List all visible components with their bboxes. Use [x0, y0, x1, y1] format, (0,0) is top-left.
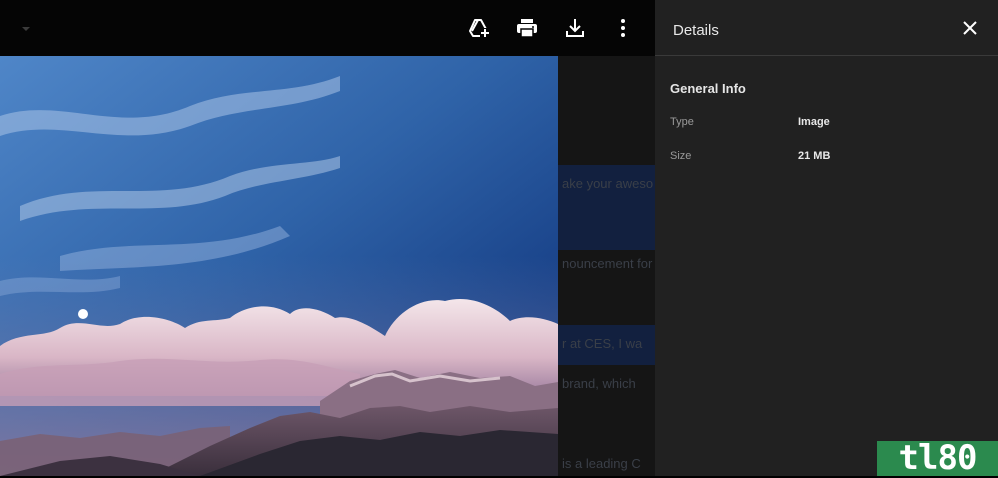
landscape-photo [0, 56, 558, 476]
background-text: r at CES, I wa [562, 336, 643, 351]
photo-preview [0, 56, 558, 476]
type-value: Image [798, 116, 830, 128]
details-panel: Details General Info Type Image Size 21 … [655, 0, 998, 476]
close-button[interactable] [959, 17, 981, 39]
more-options-button[interactable] [607, 12, 639, 44]
site-logo: tl80 [877, 441, 998, 476]
background-text: nouncement for [562, 256, 653, 271]
site-logo-text: tl80 [898, 438, 978, 478]
size-label: Size [670, 150, 692, 162]
print-icon [517, 19, 537, 38]
more-vert-icon [621, 19, 625, 37]
type-label: Type [670, 116, 694, 128]
download-icon [566, 19, 584, 37]
size-value: 21 MB [798, 150, 831, 162]
background-text: ake your aweso [562, 176, 654, 191]
download-button[interactable] [559, 12, 591, 44]
details-header: Details [655, 0, 998, 56]
viewer-toolbar [0, 0, 655, 56]
add-to-drive-button[interactable] [463, 12, 495, 44]
add-to-drive-icon [469, 19, 490, 38]
print-button[interactable] [511, 12, 543, 44]
chevron-down-icon[interactable] [22, 27, 30, 31]
background-text: is a leading C [562, 456, 641, 471]
background-text: brand, which [562, 376, 636, 391]
details-title: Details [673, 22, 719, 39]
close-icon [963, 21, 977, 35]
image-viewer: ake your aweso nouncement for r at CES, … [0, 0, 655, 476]
general-info-heading: General Info [670, 81, 746, 96]
